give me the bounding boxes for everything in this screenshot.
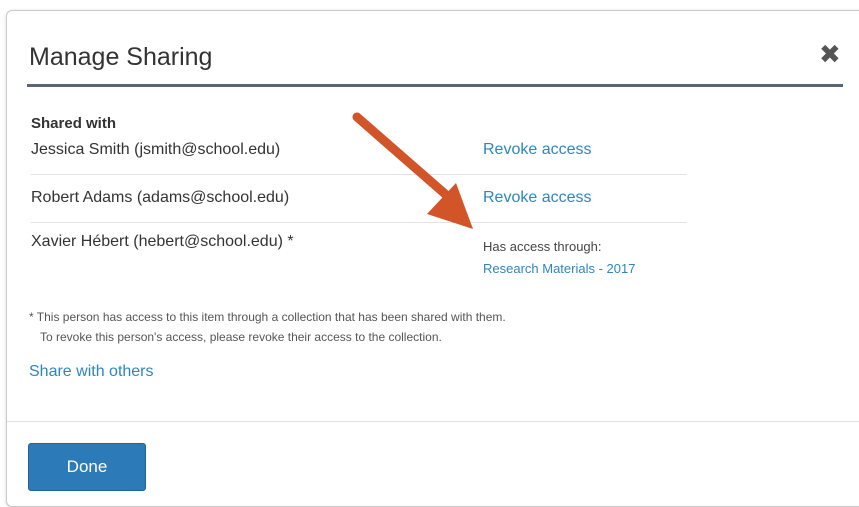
footnote-line-1: * This person has access to this item th… — [29, 310, 506, 324]
shared-person-row: Jessica Smith (jsmith@school.edu) Revoke… — [31, 137, 687, 175]
shared-with-label: Shared with — [31, 115, 117, 132]
manage-sharing-dialog: Manage Sharing ✖ Shared with Jessica Smi… — [6, 10, 859, 507]
person-name: Xavier Hébert (hebert@school.edu) * — [31, 233, 294, 250]
collection-access-footnote: * This person has access to this item th… — [29, 307, 506, 347]
footnote-line-2: To revoke this person's access, please r… — [40, 330, 442, 344]
person-name: Jessica Smith (jsmith@school.edu) — [31, 141, 281, 158]
share-with-others-link[interactable]: Share with others — [29, 363, 154, 381]
shared-person-row: Robert Adams (adams@school.edu) Revoke a… — [31, 175, 687, 223]
done-button[interactable]: Done — [28, 443, 146, 491]
footer-divider — [7, 421, 859, 422]
revoke-access-link[interactable]: Revoke access — [483, 189, 592, 207]
collection-link[interactable]: Research Materials - 2017 — [483, 261, 635, 276]
shared-person-row: Xavier Hébert (hebert@school.edu) * Has … — [31, 223, 687, 283]
header-divider — [27, 84, 843, 87]
has-access-through-label: Has access through: — [483, 239, 602, 254]
person-name: Robert Adams (adams@school.edu) — [31, 189, 290, 206]
revoke-access-link[interactable]: Revoke access — [483, 141, 592, 159]
close-icon[interactable]: ✖ — [819, 39, 841, 69]
dialog-title: Manage Sharing — [29, 43, 213, 71]
dialog-header: Manage Sharing ✖ — [7, 11, 859, 87]
